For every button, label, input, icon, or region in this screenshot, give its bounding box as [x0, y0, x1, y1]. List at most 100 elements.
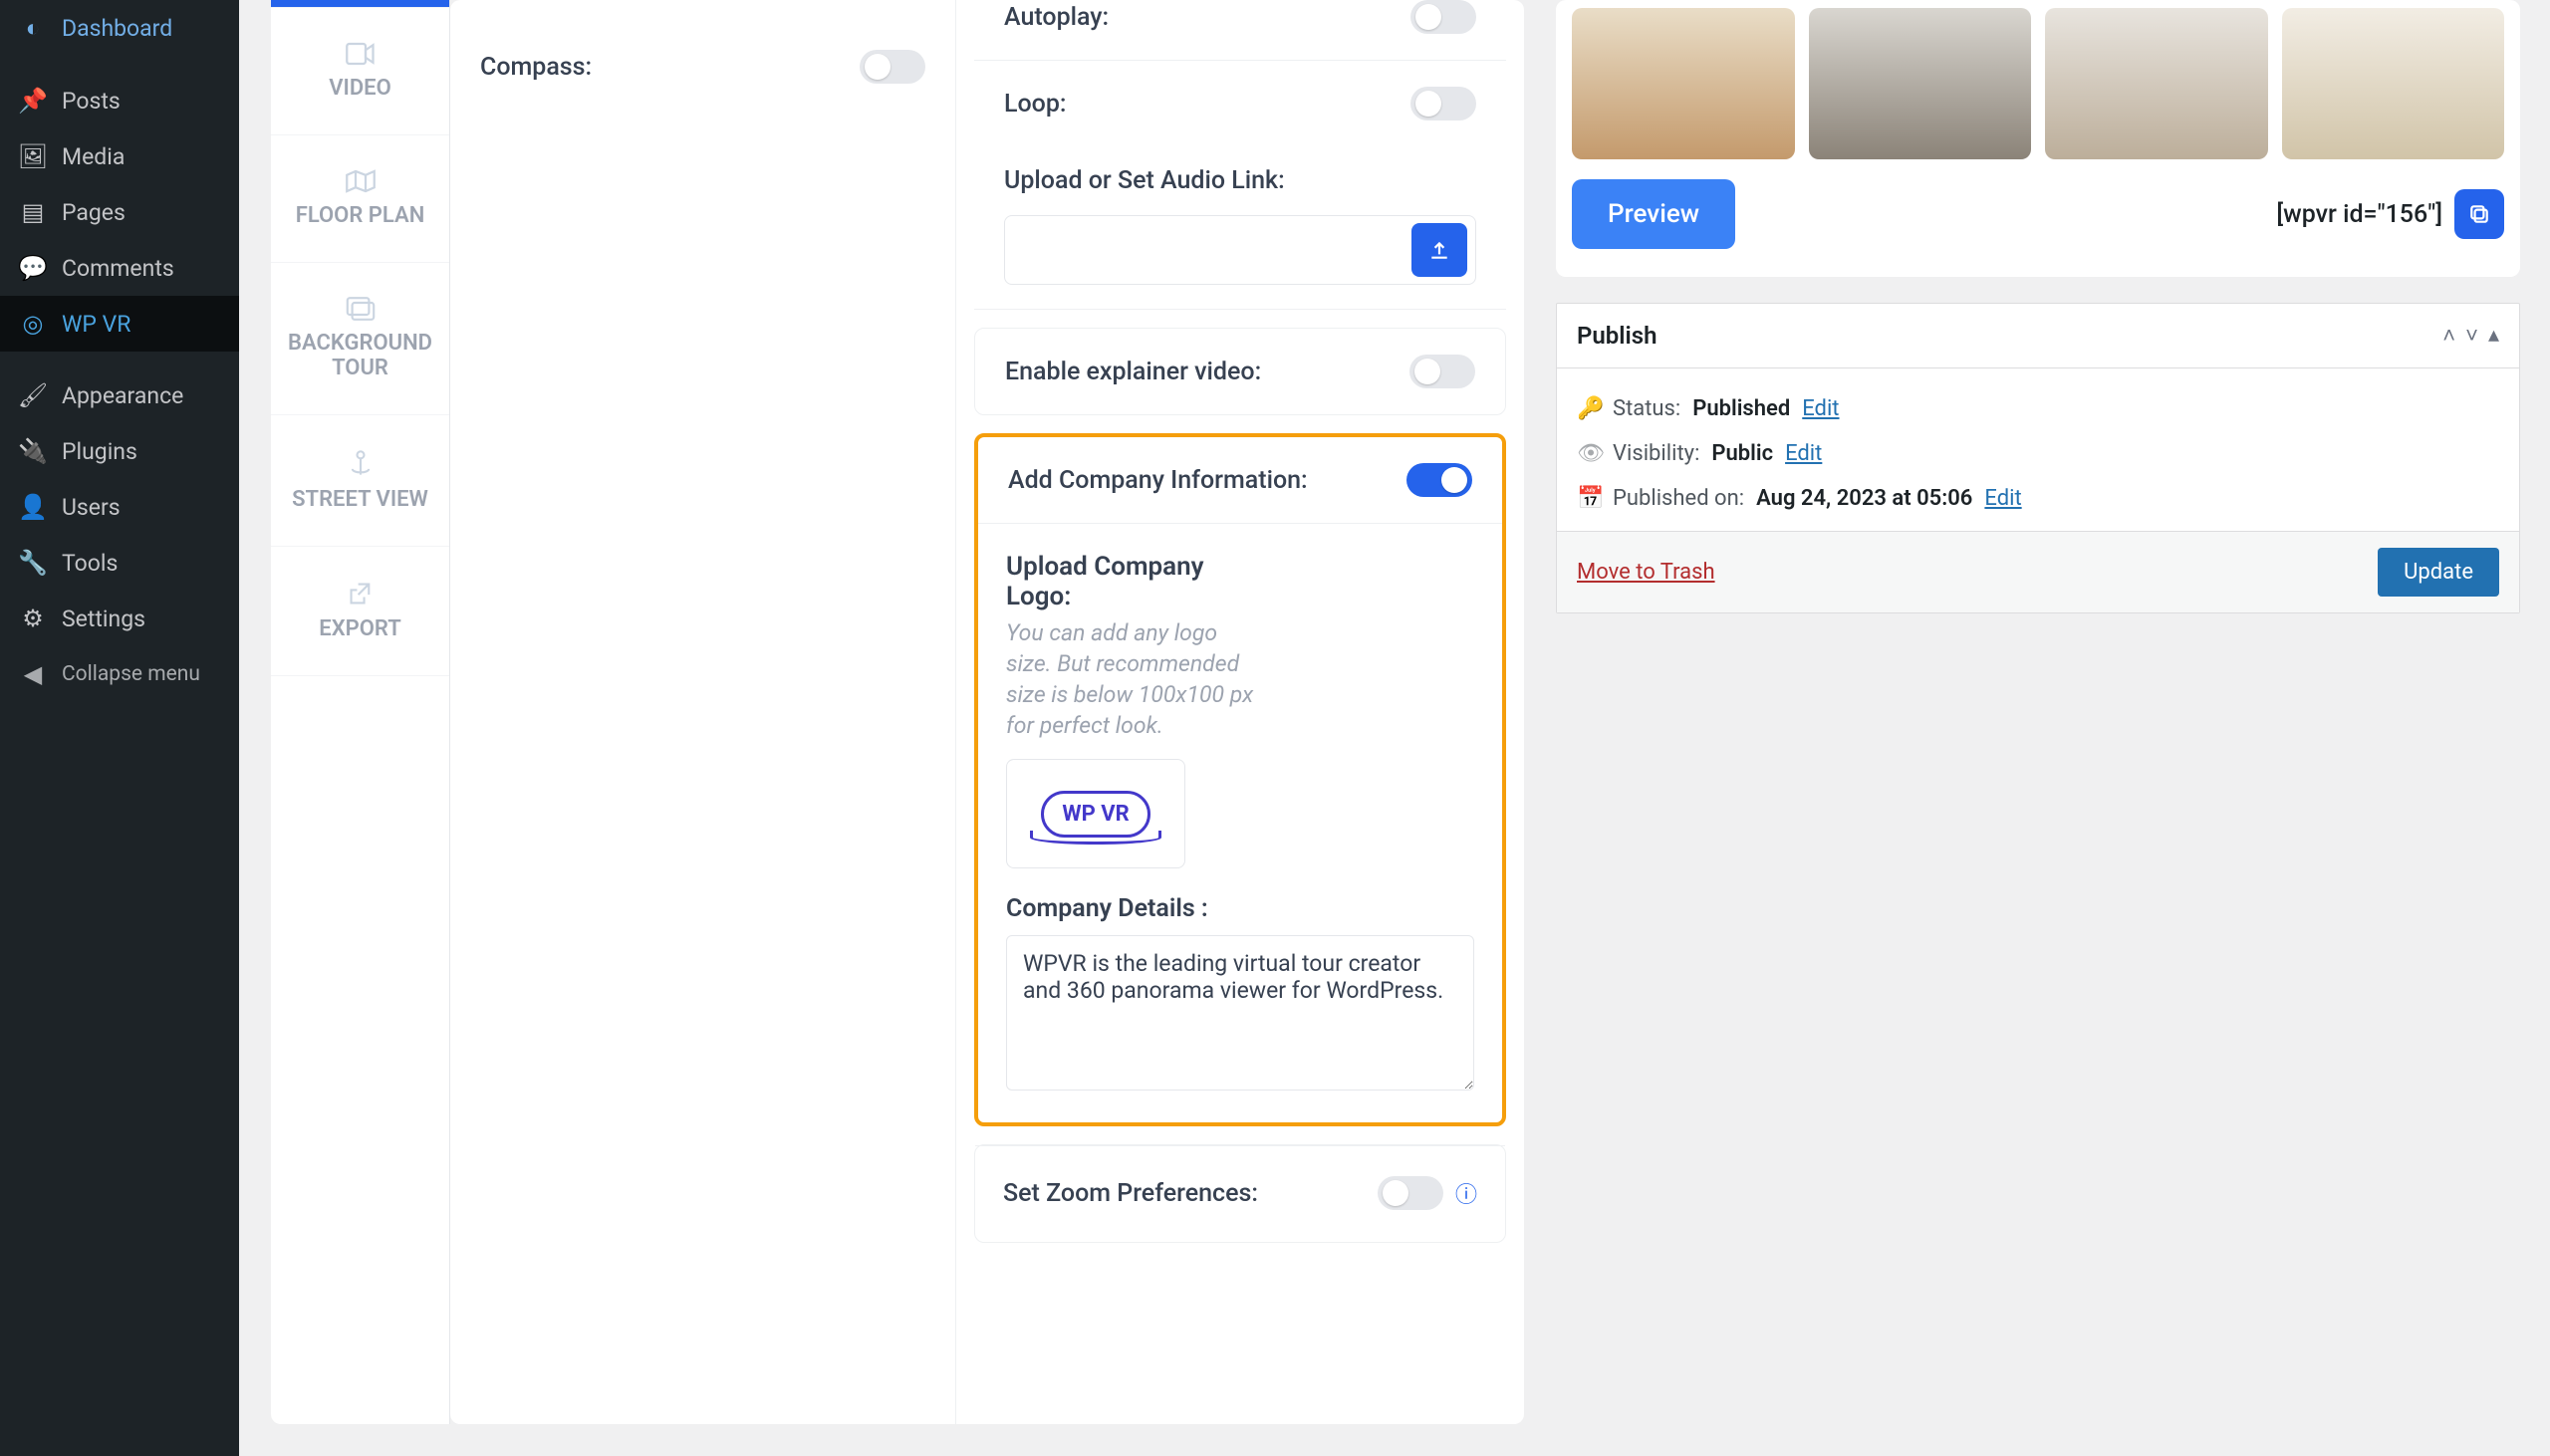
compass-toggle[interactable]: [860, 50, 925, 84]
explainer-label: Enable explainer video:: [1005, 358, 1261, 386]
company-toggle[interactable]: [1406, 463, 1472, 497]
vtab-video[interactable]: VIDEO: [271, 8, 449, 135]
chevron-down-icon[interactable]: ˅: [2465, 323, 2478, 349]
eye-icon: 👁: [1577, 441, 1601, 466]
vtab-label: EXPORT: [319, 616, 400, 641]
settings-panel: Compass: Autoplay: Loop:: [450, 0, 1524, 1424]
shortcode-text: [wpvr id="156"]: [2276, 200, 2442, 229]
preview-button[interactable]: Preview: [1572, 179, 1735, 249]
audio-link-input[interactable]: [1004, 215, 1476, 285]
scene-thumbnail[interactable]: [1572, 8, 1795, 159]
edit-visibility-link[interactable]: Edit: [1785, 441, 1822, 466]
vtab-label: FLOOR PLAN: [296, 203, 425, 228]
anchor-icon: [349, 449, 373, 477]
edit-status-link[interactable]: Edit: [1802, 396, 1839, 421]
company-details-textarea[interactable]: [1006, 935, 1474, 1091]
explainer-toggle[interactable]: [1409, 355, 1475, 388]
published-value: Aug 24, 2023 at 05:06: [1756, 486, 1972, 511]
sidebar-label: Appearance: [62, 382, 183, 409]
zoom-label: Set Zoom Preferences:: [1003, 1179, 1258, 1208]
scene-thumbnail[interactable]: [2045, 8, 2268, 159]
company-logo-preview[interactable]: WP VR: [1006, 759, 1185, 868]
scene-thumbnail[interactable]: [2282, 8, 2505, 159]
chevron-up-icon[interactable]: ˄: [2442, 323, 2455, 349]
publish-visibility-row: 👁 Visibility: Public Edit: [1577, 431, 2499, 476]
sidebar-label: Pages: [62, 199, 126, 226]
company-logo-label: Upload Company Logo:: [1006, 552, 1235, 611]
compass-label: Compass:: [480, 53, 592, 82]
sidebar-collapse[interactable]: ◀ Collapse menu: [0, 646, 239, 702]
vtab-label: BACKGROUND TOUR: [281, 331, 439, 380]
export-icon: [348, 581, 374, 607]
publish-date-row: 📅 Published on: Aug 24, 2023 at 05:06 Ed…: [1577, 476, 2499, 521]
preview-panel: Preview [wpvr id="156"]: [1556, 0, 2520, 277]
sidebar-item-comments[interactable]: 💬 Comments: [0, 240, 239, 296]
upload-audio-button[interactable]: [1411, 223, 1467, 277]
sidebar-item-media[interactable]: 🖼 Media: [0, 128, 239, 184]
visibility-label: Visibility:: [1613, 441, 1699, 466]
vtab-floor-plan[interactable]: FLOOR PLAN: [271, 135, 449, 263]
sidebar-label: Dashboard: [62, 15, 172, 42]
vtab-background-tour[interactable]: BACKGROUND TOUR: [271, 263, 449, 415]
user-icon: 👤: [18, 493, 48, 521]
wp-admin-sidebar: ◐ Dashboard 📌 Posts 🖼 Media ▤ Pages 💬 Co…: [0, 0, 239, 1456]
help-icon[interactable]: ⓘ: [1455, 1177, 1477, 1209]
toggle-panel-icon[interactable]: ▴: [2488, 323, 2499, 349]
vtab-active-indicator: [271, 0, 449, 8]
status-label: Status:: [1613, 396, 1680, 421]
vtab-export[interactable]: EXPORT: [271, 547, 449, 676]
zoom-toggle[interactable]: [1378, 1176, 1443, 1210]
media-icon: 🖼: [18, 142, 48, 170]
sidebar-label: Tools: [62, 550, 118, 577]
map-icon: [346, 169, 376, 193]
layers-icon: [346, 297, 376, 321]
sidebar-item-users[interactable]: 👤 Users: [0, 479, 239, 535]
vtab-label: STREET VIEW: [292, 487, 428, 512]
update-button[interactable]: Update: [2378, 548, 2499, 597]
company-details-label: Company Details :: [1006, 894, 1474, 923]
collapse-icon: ◀: [18, 660, 48, 688]
plug-icon: 🔌: [18, 437, 48, 465]
sidebar-item-plugins[interactable]: 🔌 Plugins: [0, 423, 239, 479]
vtab-street-view[interactable]: STREET VIEW: [271, 415, 449, 547]
sidebar-item-wpvr[interactable]: ◎ WP VR: [0, 296, 239, 352]
loop-toggle[interactable]: [1410, 87, 1476, 121]
video-icon: [346, 42, 376, 66]
company-info-block: Add Company Information: Upload Company …: [974, 433, 1506, 1126]
move-to-trash-link[interactable]: Move to Trash: [1577, 560, 1715, 585]
collapse-label: Collapse menu: [62, 662, 200, 686]
copy-shortcode-button[interactable]: [2454, 189, 2504, 239]
scene-thumbnail[interactable]: [1809, 8, 2032, 159]
published-label: Published on:: [1613, 486, 1744, 511]
key-icon: 🔑: [1577, 396, 1601, 421]
sidebar-label: Plugins: [62, 438, 137, 465]
sidebar-item-settings[interactable]: ⚙ Settings: [0, 591, 239, 646]
settings-vertical-tabs: VIDEO FLOOR PLAN BACKGROUND TOUR STREET …: [271, 0, 450, 1424]
sidebar-item-dashboard[interactable]: ◐ Dashboard: [0, 0, 239, 57]
sidebar-label: WP VR: [62, 311, 130, 338]
autoplay-toggle[interactable]: [1410, 0, 1476, 34]
calendar-icon: 📅: [1577, 486, 1601, 511]
sidebar-label: Settings: [62, 606, 145, 632]
publish-metabox: Publish ˄ ˅ ▴ 🔑 Status: Published Edit: [1556, 303, 2520, 613]
publish-status-row: 🔑 Status: Published Edit: [1577, 386, 2499, 431]
edit-date-link[interactable]: Edit: [1984, 486, 2021, 511]
pin-icon: 📌: [18, 87, 48, 115]
publish-title: Publish: [1577, 322, 1658, 350]
sidebar-item-tools[interactable]: 🔧 Tools: [0, 535, 239, 591]
comment-icon: 💬: [18, 254, 48, 282]
sidebar-item-posts[interactable]: 📌 Posts: [0, 73, 239, 128]
upload-audio-label: Upload or Set Audio Link:: [974, 146, 1506, 215]
wrench-icon: 🔧: [18, 549, 48, 577]
sidebar-item-pages[interactable]: ▤ Pages: [0, 184, 239, 240]
settings-icon: ⚙: [18, 605, 48, 632]
sidebar-label: Users: [62, 494, 121, 521]
autoplay-label: Autoplay:: [1004, 3, 1109, 32]
company-title: Add Company Information:: [1008, 466, 1308, 495]
sidebar-label: Posts: [62, 88, 121, 115]
vr-icon: ◎: [18, 310, 48, 338]
brush-icon: 🖌: [18, 381, 48, 409]
page-icon: ▤: [18, 198, 48, 226]
loop-label: Loop:: [1004, 90, 1067, 119]
sidebar-item-appearance[interactable]: 🖌 Appearance: [0, 367, 239, 423]
